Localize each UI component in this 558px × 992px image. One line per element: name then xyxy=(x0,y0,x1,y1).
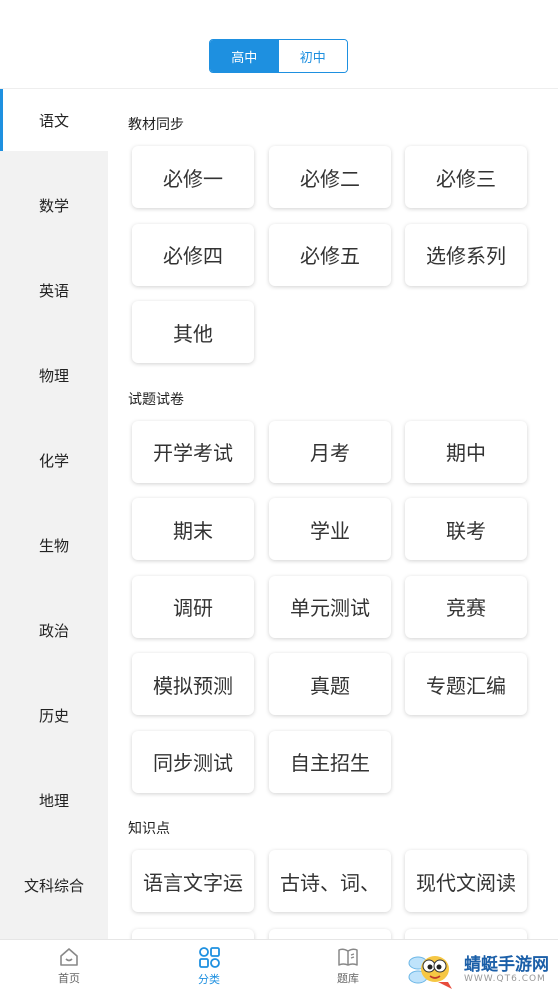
dragonfly-logo-icon xyxy=(408,956,452,989)
category-button[interactable]: 选修系列 xyxy=(405,223,527,286)
sidebar-item-5[interactable]: 生物 xyxy=(0,514,108,576)
tab-home[interactable]: 首页 xyxy=(24,940,114,992)
category-button[interactable] xyxy=(269,929,391,939)
category-icon xyxy=(199,946,220,968)
sidebar-item-2[interactable]: 英语 xyxy=(0,259,108,321)
category-button[interactable]: 单元测试 xyxy=(269,575,391,638)
category-button[interactable] xyxy=(132,929,254,939)
category-button[interactable]: 语言文字运 xyxy=(132,850,254,912)
category-button[interactable]: 必修四 xyxy=(132,223,254,286)
category-button[interactable] xyxy=(405,929,527,939)
category-button[interactable]: 调研 xyxy=(132,575,254,638)
tab-category-label: 分类 xyxy=(198,972,220,986)
segment-middle-school[interactable]: 初中 xyxy=(278,40,347,72)
section-title: 试题试卷 xyxy=(128,391,184,408)
sidebar-item-7[interactable]: 历史 xyxy=(0,684,108,746)
category-button[interactable]: 古诗、词、 xyxy=(269,850,391,912)
site-watermark: 蜻蜓手游网 WWW.QT6.COM xyxy=(408,948,556,992)
category-button[interactable]: 期末 xyxy=(132,498,254,560)
category-button[interactable]: 必修二 xyxy=(269,146,391,208)
category-button[interactable]: 月考 xyxy=(269,420,391,483)
sidebar-item-1[interactable]: 数学 xyxy=(0,174,108,236)
watermark-url: WWW.QT6.COM xyxy=(464,974,546,984)
category-button[interactable]: 竞赛 xyxy=(405,575,527,638)
category-button[interactable]: 其他 xyxy=(132,301,254,363)
section-title: 知识点 xyxy=(128,821,170,837)
category-button[interactable]: 联考 xyxy=(405,498,527,560)
tab-question-bank-label: 题库 xyxy=(337,971,359,985)
tab-category[interactable]: 分类 xyxy=(164,940,254,992)
category-button[interactable]: 模拟预测 xyxy=(132,653,254,715)
header: 高中 初中 xyxy=(0,0,558,88)
sidebar-item-4[interactable]: 化学 xyxy=(0,429,108,491)
subject-sidebar: 语文数学英语物理化学生物政治历史地理文科综合 xyxy=(0,89,108,939)
segment-high-school[interactable]: 高中 xyxy=(210,40,279,72)
section-title: 教材同步 xyxy=(128,117,184,133)
category-button[interactable]: 必修一 xyxy=(132,146,254,208)
tab-question-bank[interactable]: 题库 xyxy=(303,940,393,992)
category-button[interactable]: 自主招生 xyxy=(269,730,391,793)
watermark-name: 蜻蜓手游网 xyxy=(464,955,549,975)
category-button[interactable]: 必修五 xyxy=(269,223,391,286)
category-content: 教材同步必修一 必修二 必修三必修四 必修五 选修系列其他试题试卷开学考试 月考 期中期末学… xyxy=(108,89,558,939)
category-button[interactable]: 真题 xyxy=(269,653,391,715)
tab-home-label: 首页 xyxy=(58,971,80,985)
grade-segmented-control: 高中 初中 xyxy=(209,39,348,73)
category-button[interactable]: 同步测试 xyxy=(132,730,254,793)
home-icon xyxy=(60,947,78,966)
category-button[interactable]: 必修三 xyxy=(405,146,527,208)
category-button[interactable]: 专题汇编 xyxy=(405,653,527,715)
category-button[interactable]: 开学考试 xyxy=(132,420,254,483)
category-button[interactable]: 现代文阅读 xyxy=(405,850,527,912)
book-icon xyxy=(338,947,358,966)
sidebar-item-0[interactable]: 语文 xyxy=(0,89,108,151)
sidebar-item-6[interactable]: 政治 xyxy=(0,599,108,661)
sidebar-item-9[interactable]: 文科综合 xyxy=(0,854,108,916)
sidebar-item-3[interactable]: 物理 xyxy=(0,344,108,406)
category-button[interactable]: 学业 xyxy=(269,498,391,560)
category-button[interactable]: 期中 xyxy=(405,420,527,483)
sidebar-item-8[interactable]: 地理 xyxy=(0,769,108,831)
